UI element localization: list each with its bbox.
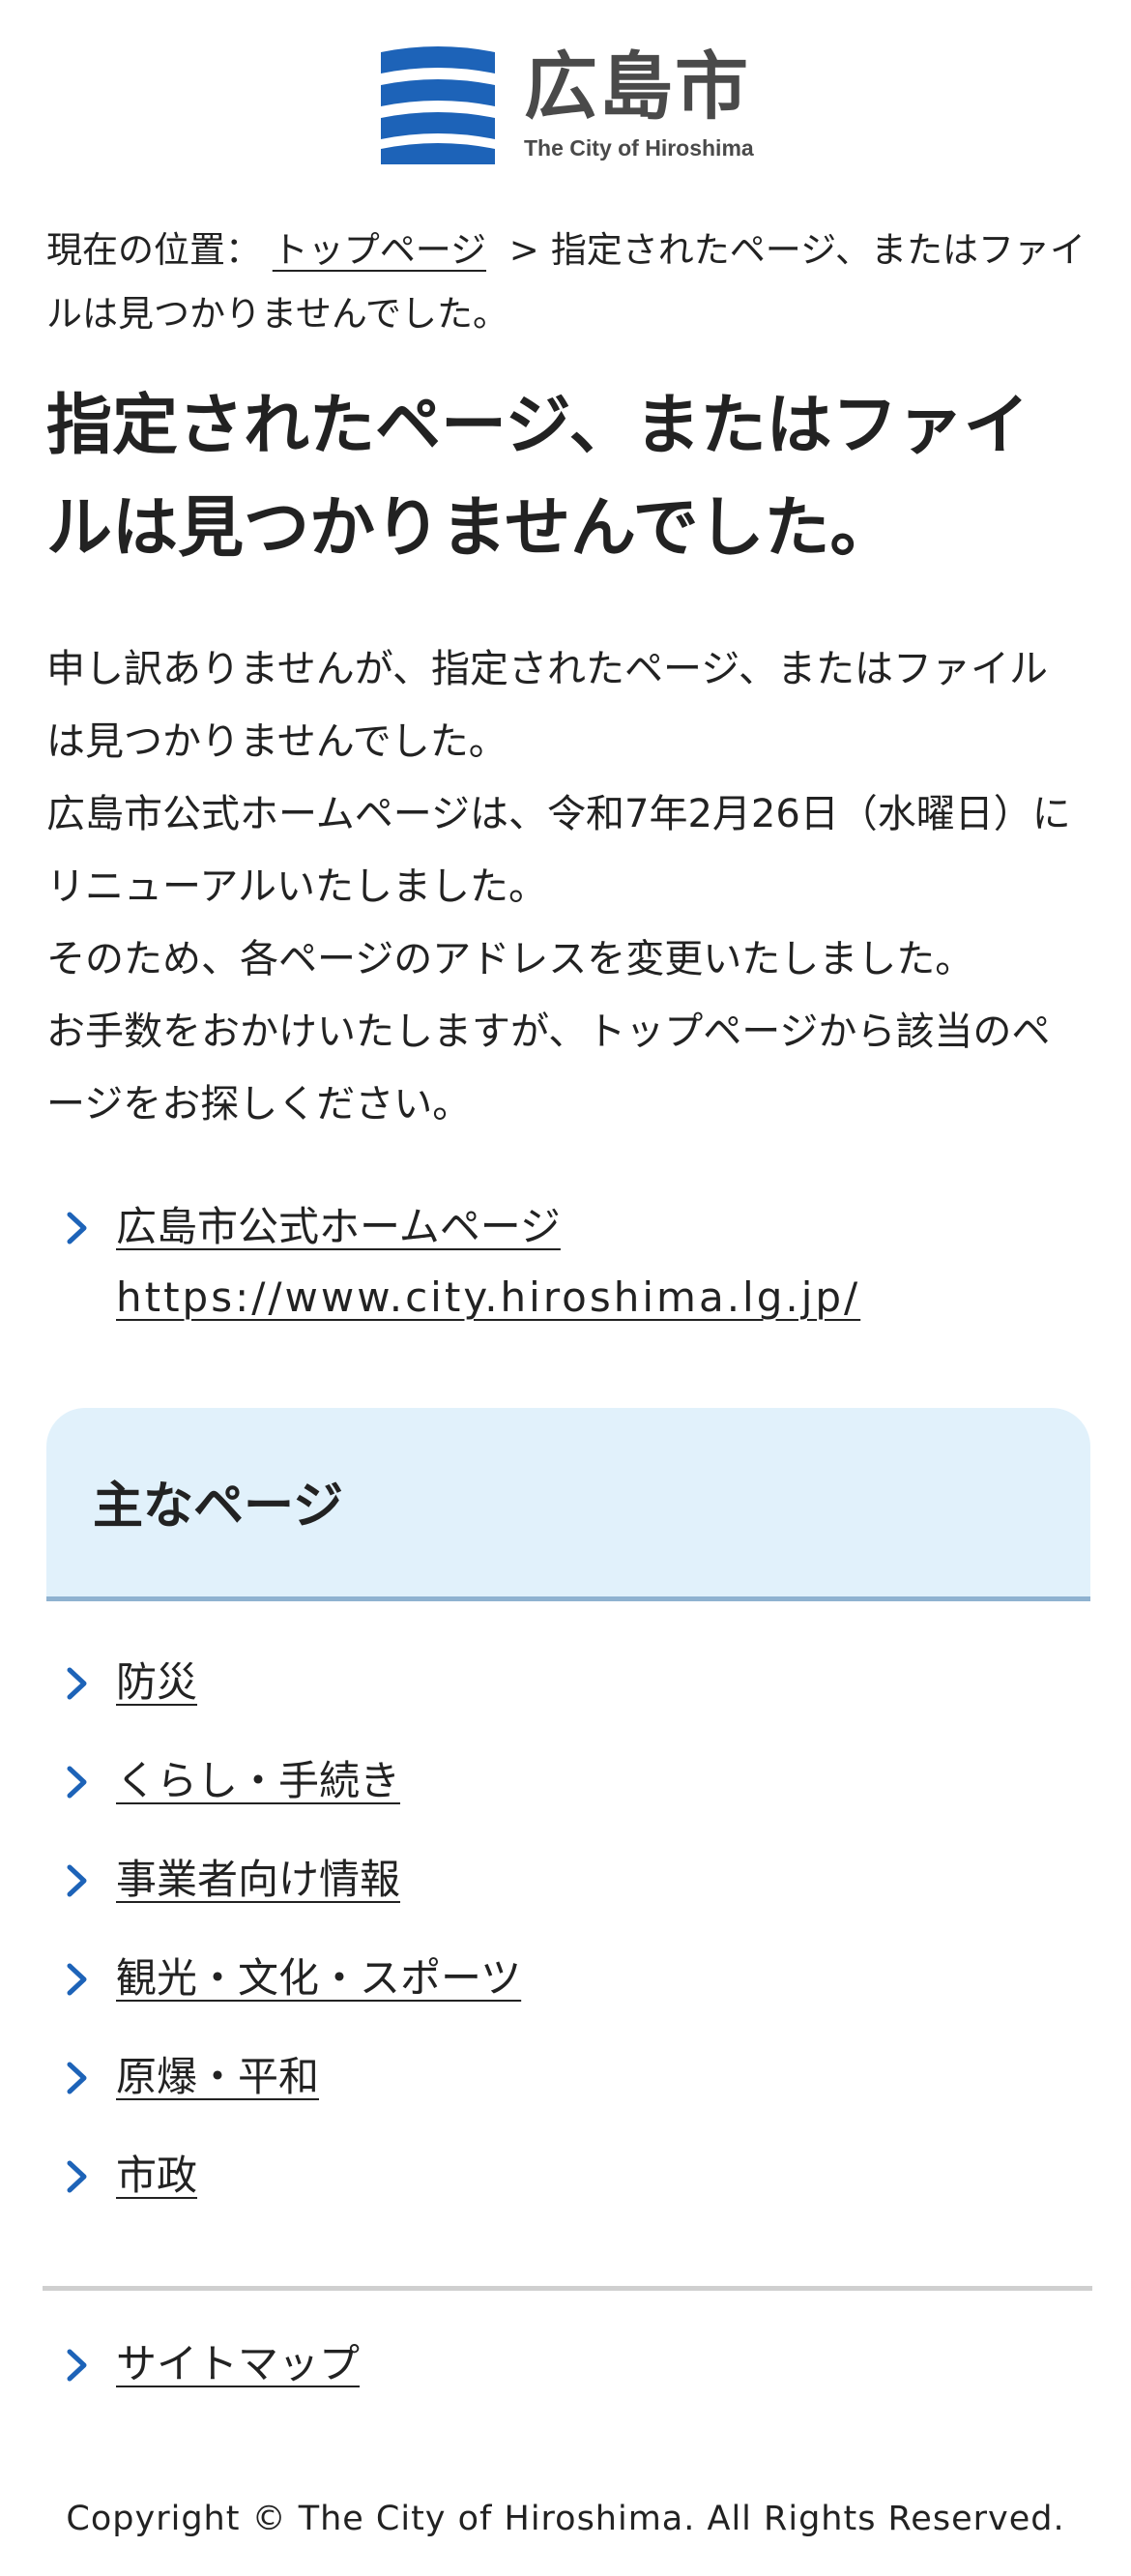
message-paragraph: お手数をおかけいたしますが、トップページから該当のページをお探しください。 (46, 1010, 1051, 1127)
chevron-right-icon (67, 1667, 87, 1700)
main-page-item: 防災 (46, 1647, 197, 1717)
divider (43, 2286, 1092, 2291)
logo-kanji: 広島市 (524, 44, 750, 130)
main-page-link-living[interactable]: くらし・手続き (116, 1745, 400, 1816)
main-page-item: 観光・文化・スポーツ (46, 1943, 521, 2013)
main-page-link-tourism[interactable]: 観光・文化・スポーツ (116, 1943, 521, 2013)
home-link-label: 広島市公式ホームページ (116, 1203, 561, 1250)
main-pages-header: 主なページ (46, 1408, 1090, 1601)
logo-text: 広島市 The City of Hiroshima (524, 46, 754, 162)
sitemap-item: サイトマップ (46, 2328, 360, 2399)
main-page-link-peace[interactable]: 原爆・平和 (116, 2041, 319, 2112)
breadcrumb-prefix: 現在の位置： (46, 229, 261, 271)
main-page-link-city-government[interactable]: 市政 (116, 2140, 197, 2210)
page: 広島市 The City of Hiroshima 現在の位置： トップページ … (0, 0, 1131, 2576)
main-page-item: 市政 (46, 2140, 197, 2210)
main-page-link-business[interactable]: 事業者向け情報 (116, 1844, 400, 1915)
page-title: 指定されたページ、またはファイルは見つかりませんでした。 (46, 388, 1030, 567)
sitemap-link[interactable]: サイトマップ (116, 2328, 360, 2399)
main-pages-title: 主なページ (93, 1478, 343, 1536)
home-link-url: https://www.city.hiroshima.lg.jp/ (116, 1273, 861, 1321)
site-logo[interactable]: 広島市 The City of Hiroshima (381, 46, 754, 164)
home-page-link[interactable]: 広島市公式ホームページ https://www.city.hiroshima.l… (116, 1191, 860, 1332)
home-link-item: 広島市公式ホームページ https://www.city.hiroshima.l… (46, 1191, 1086, 1332)
chevron-right-icon (67, 1766, 87, 1799)
main-page-item: 原爆・平和 (46, 2041, 319, 2112)
message-paragraph: 広島市公式ホームページは、令和7年2月26日（水曜日）にリニューアルいたしました… (46, 792, 1071, 909)
chevron-right-icon (67, 1864, 87, 1897)
main-page-item: 事業者向け情報 (46, 1844, 400, 1915)
breadcrumb-separator: > (508, 229, 539, 271)
message-paragraph: そのため、各ページのアドレスを変更いたしました。 (46, 937, 974, 981)
main-page-link-disaster[interactable]: 防災 (116, 1647, 197, 1717)
message-paragraph: 申し訳ありませんが、指定されたページ、またはファイルは見つかりませんでした。 (46, 647, 1048, 764)
hiroshima-wave-logo-icon (381, 46, 495, 164)
chevron-right-icon (67, 2160, 87, 2193)
breadcrumb: 現在の位置： トップページ > 指定されたページ、またはファイルは見つかりませんで… (46, 219, 1086, 346)
chevron-right-icon (67, 1212, 87, 1244)
chevron-right-icon (67, 2062, 87, 2094)
error-message: 申し訳ありませんが、指定されたページ、またはファイルは見つかりませんでした。 広… (46, 633, 1086, 1141)
breadcrumb-top-link[interactable]: トップページ (273, 229, 486, 271)
main-page-item: くらし・手続き (46, 1745, 400, 1816)
logo-subtitle: The City of Hiroshima (524, 135, 754, 161)
chevron-right-icon (67, 2349, 87, 2382)
chevron-right-icon (67, 1963, 87, 1996)
copyright: Copyright © The City of Hiroshima. All R… (66, 2500, 1065, 2538)
